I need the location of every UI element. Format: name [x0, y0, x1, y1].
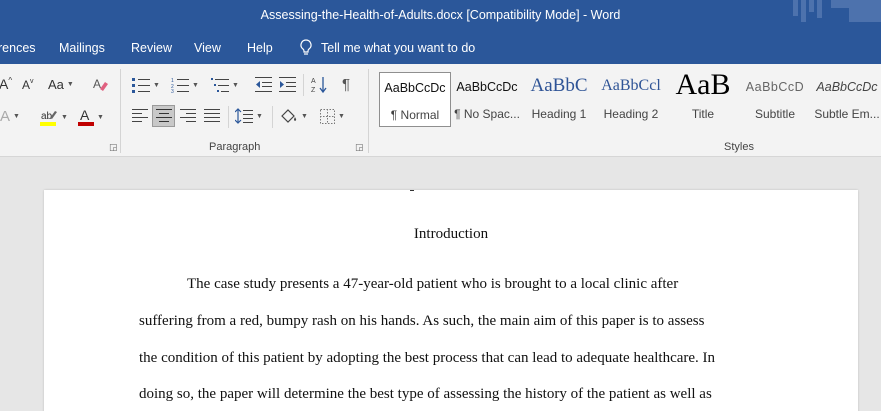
show-formatting-marks-button[interactable]: ¶ — [342, 76, 350, 93]
text-cursor — [410, 190, 414, 191]
document-page[interactable]: Introduction The case study presents a 4… — [44, 190, 858, 411]
justify-button[interactable] — [204, 109, 220, 123]
svg-text:A: A — [80, 108, 90, 123]
change-case-button[interactable]: Aa ▼ — [48, 77, 74, 92]
document-line: The case study presents a 47-year-old pa… — [187, 276, 679, 292]
align-left-button[interactable] — [132, 109, 148, 123]
tab-mailings[interactable]: Mailings — [59, 41, 105, 55]
font-dialog-launcher-icon[interactable]: ◲ — [109, 142, 118, 153]
borders-icon — [320, 109, 335, 124]
title-bar: Assessing-the-Health-of-Adults.docx [Com… — [0, 0, 881, 34]
ribbon-tabs: rences Mailings Review View Help Tell me… — [0, 34, 881, 64]
window-title: Assessing-the-Health-of-Adults.docx [Com… — [260, 8, 621, 22]
paragraph-separator — [303, 74, 304, 96]
tab-help[interactable]: Help — [247, 41, 273, 55]
tab-references[interactable]: rences — [0, 41, 36, 55]
ribbon: A ^ Av Aa ▼ A A ▼ ab ▼ A ▼ ◲ ▼ 1 2 3 ▼ ▼… — [0, 64, 881, 157]
sort-button[interactable]: A Z — [311, 76, 327, 94]
document-heading: Introduction — [413, 226, 489, 242]
multilevel-list-icon — [211, 78, 229, 92]
style-normal[interactable]: AaBbCcDc ¶ Normal — [379, 72, 451, 127]
align-right-button[interactable] — [180, 109, 196, 123]
numbering-icon: 123 — [171, 78, 189, 93]
paint-bucket-icon — [281, 109, 297, 123]
style-heading-2[interactable]: AaBbCcl Heading 2 — [597, 72, 665, 127]
highlighter-icon: ab — [40, 111, 57, 126]
shading-button[interactable]: ▼ — [280, 108, 308, 125]
shrink-font-button[interactable]: Av — [22, 78, 34, 93]
align-center-button[interactable] — [152, 105, 175, 127]
group-separator — [120, 69, 121, 153]
paragraph-dialog-launcher-icon[interactable]: ◲ — [355, 142, 364, 153]
tab-view[interactable]: View — [194, 41, 221, 55]
svg-text:3: 3 — [171, 89, 174, 93]
styles-group-label: Styles — [724, 141, 754, 153]
tell-me-search[interactable]: Tell me what you want to do — [300, 39, 475, 56]
multilevel-list-button[interactable]: ▼ — [211, 77, 239, 93]
document-line: the condition of this patient by adoptin… — [139, 350, 716, 366]
style-title[interactable]: AaB Title — [669, 68, 737, 127]
svg-text:A: A — [311, 78, 316, 85]
tell-me-text: Tell me what you want to do — [321, 40, 476, 55]
style-heading-1[interactable]: AaBbC Heading 1 — [525, 72, 593, 127]
align-center-icon — [155, 109, 172, 122]
increase-indent-icon — [279, 77, 296, 92]
bullets-icon — [132, 78, 150, 93]
svg-text:A: A — [93, 77, 101, 91]
tab-review[interactable]: Review — [131, 41, 172, 55]
group-separator — [368, 69, 369, 153]
lightbulb-icon — [300, 39, 312, 55]
document-line: doing so, the paper will determine the b… — [139, 386, 712, 402]
document-area: Introduction The case study presents a 4… — [0, 157, 881, 411]
numbering-button[interactable]: 123 ▼ — [171, 77, 199, 93]
font-color-icon: A — [78, 108, 94, 126]
font-color-button[interactable]: A ▼ — [78, 108, 104, 126]
decrease-indent-icon — [255, 77, 272, 92]
borders-button[interactable]: ▼ — [320, 109, 345, 124]
decrease-indent-button[interactable] — [255, 77, 272, 92]
paragraph-separator — [228, 106, 229, 128]
svg-text:Z: Z — [311, 87, 316, 94]
text-effects-button[interactable]: A ▼ — [0, 108, 20, 125]
style-subtle-emphasis[interactable]: AaBbCcDc Subtle Em... — [813, 72, 881, 127]
eraser-icon: A — [93, 77, 108, 91]
line-spacing-button[interactable]: ▼ — [235, 108, 263, 124]
document-line: suffering from a red, bumpy rash on his … — [139, 313, 705, 329]
paragraph-group-label: Paragraph — [209, 141, 261, 153]
paragraph-separator — [272, 106, 273, 128]
justify-icon — [204, 109, 220, 122]
align-left-icon — [132, 109, 148, 122]
title-bar-pattern-icon — [793, 0, 881, 22]
align-right-icon — [180, 109, 196, 122]
style-subtitle[interactable]: AaBbCcD Subtitle — [741, 72, 809, 127]
bullets-button[interactable]: ▼ — [132, 77, 160, 93]
clear-formatting-button[interactable]: A — [93, 76, 109, 92]
sort-icon: A Z — [311, 77, 327, 94]
highlight-color-button[interactable]: ab ▼ — [40, 108, 68, 126]
line-spacing-icon — [235, 108, 253, 124]
increase-indent-button[interactable] — [279, 77, 296, 92]
grow-font-button[interactable]: A ^ — [0, 76, 12, 93]
style-no-spacing[interactable]: AaBbCcDc ¶ No Spac... — [453, 72, 521, 127]
svg-text:ab: ab — [41, 111, 53, 122]
